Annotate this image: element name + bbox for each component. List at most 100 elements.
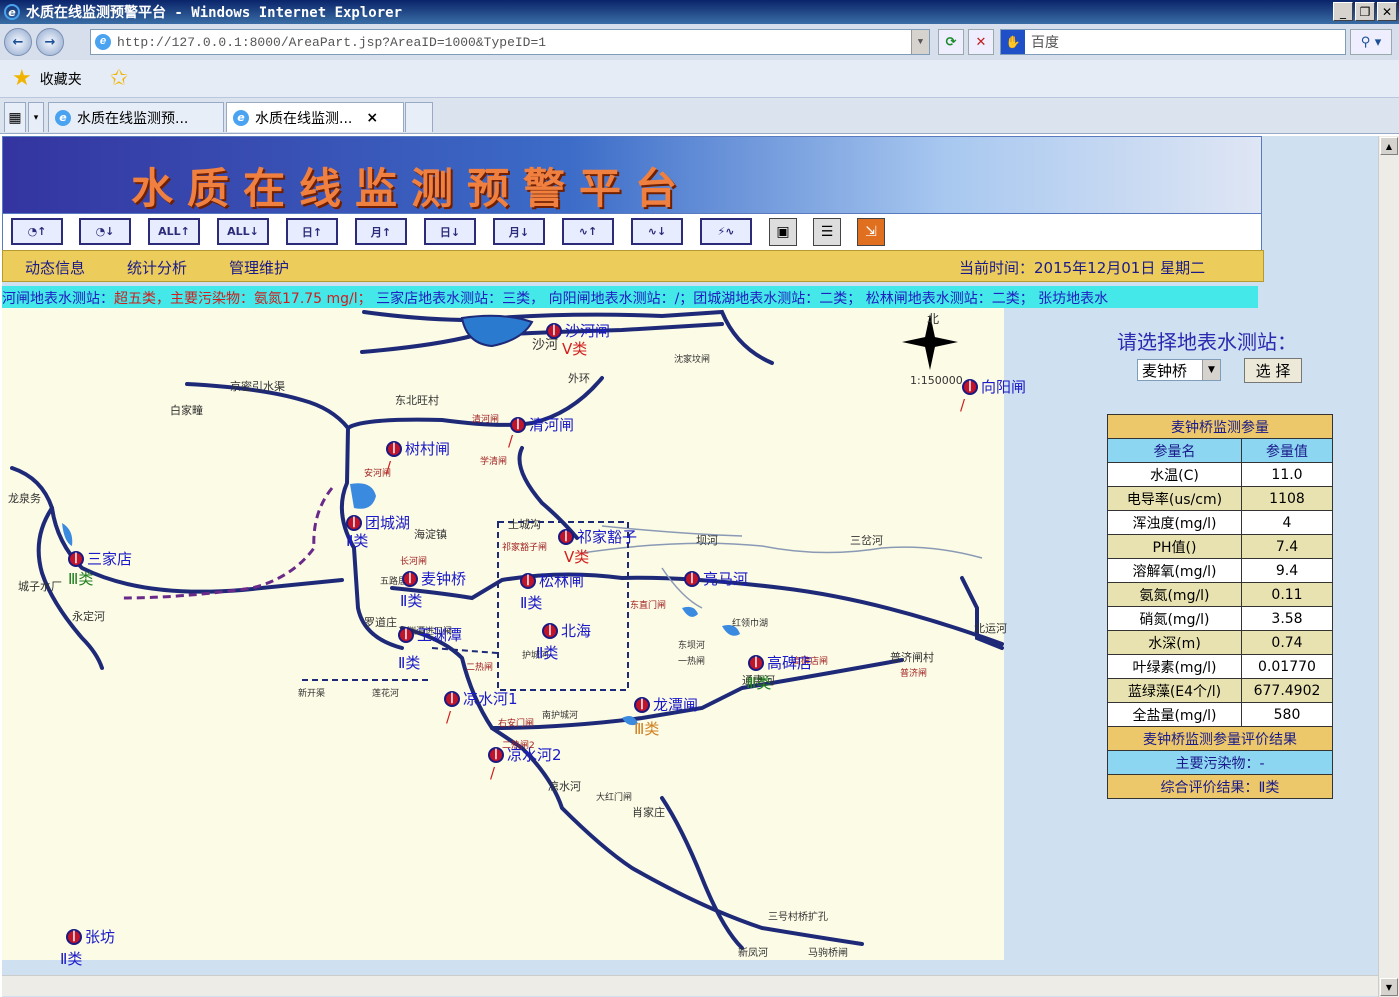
station-marker-icon: ┃	[444, 690, 460, 707]
menu-dynamic-info[interactable]: 动态信息	[25, 257, 85, 278]
url-dropdown-icon[interactable]: ▼	[911, 30, 929, 54]
banner-title: 水质在线监测预警平台	[131, 164, 692, 213]
favorites-star-icon[interactable]: ★	[12, 66, 32, 91]
station-class: Ⅴ类	[564, 548, 590, 566]
overall-result: 综合评价结果：Ⅱ类	[1107, 774, 1333, 799]
tab-list-icon[interactable]: ▾	[28, 102, 44, 132]
day-down-button[interactable]: 日↓	[424, 218, 476, 245]
tab-2[interactable]: e 水质在线监测... ×	[226, 102, 404, 132]
select-prompt: 请选择地表水测站：	[1117, 330, 1297, 354]
address-bar: ← → e http://127.0.0.1:8000/AreaPart.jsp…	[0, 24, 1399, 60]
station-liangshuihe2[interactable]: ┃ 凉水河2	[488, 744, 562, 765]
quick-tabs-icon[interactable]: ▦	[4, 102, 26, 132]
station-maizhongqiao[interactable]: ┃ 麦钟桥	[402, 568, 466, 589]
alarm-trend-button[interactable]: ⚡∿	[700, 218, 752, 245]
water-map[interactable]: 北 1:150000 沙河 东北旺村 白家疃 海淀镇 三岔河 肖家庄 罗道庄 普…	[2, 308, 1026, 968]
station-marker-icon: ┃	[546, 322, 562, 339]
day-up-button[interactable]: 日↑	[286, 218, 338, 245]
river-network	[10, 309, 1004, 950]
station-yuyuantan[interactable]: ┃ 玉渊潭	[398, 624, 462, 645]
page-icon: e	[95, 34, 111, 50]
station-marker-icon: ┃	[346, 514, 362, 531]
map-river: 永定河	[72, 610, 105, 623]
map-place: 肖家庄	[632, 806, 665, 819]
tab-1[interactable]: e 水质在线监测预...	[48, 102, 224, 132]
chevron-down-icon[interactable]: ▼	[1202, 360, 1220, 380]
forward-button[interactable]: →	[36, 28, 64, 56]
restore-button[interactable]: ❐	[1355, 2, 1375, 21]
favorites-label[interactable]: 收藏夹	[40, 69, 82, 89]
station-gaobeidian[interactable]: ┃ 高碑店	[748, 652, 812, 673]
add-favorite-icon[interactable]: ✩	[110, 66, 128, 91]
map-place: 龙泉务	[8, 492, 41, 505]
select-button[interactable]: 选 择	[1244, 358, 1302, 383]
station-class: Ⅱ类	[400, 592, 423, 610]
map-gate: 清河闸	[472, 415, 500, 425]
station-class: Ⅴ类	[562, 340, 588, 358]
menu-statistics[interactable]: 统计分析	[127, 257, 187, 278]
station-select[interactable]: 麦钟桥 ▼	[1137, 359, 1221, 381]
search-input[interactable]: ✋ 百度	[1000, 29, 1346, 55]
station-class: /	[490, 764, 496, 782]
export-icon[interactable]: ⇲	[857, 218, 885, 246]
url-field[interactable]: e http://127.0.0.1:8000/AreaPart.jsp?Are…	[90, 29, 930, 55]
station-liangshuihe1[interactable]: ┃ 凉水河1	[444, 688, 518, 709]
close-tab-icon[interactable]: ×	[366, 110, 378, 126]
scroll-down-icon[interactable]: ▼	[1380, 978, 1398, 996]
station-marker-icon: ┃	[488, 746, 504, 763]
station-sanjiadian[interactable]: ┃ 三家店	[68, 548, 132, 569]
map-gate: 学清闸	[480, 457, 508, 467]
station-class: Ⅱ类	[520, 594, 543, 612]
url-text: http://127.0.0.1:8000/AreaPart.jsp?AreaI…	[117, 34, 547, 50]
station-qinghe[interactable]: ┃ 清河闸	[510, 414, 574, 435]
map-place: 东北旺村	[395, 394, 439, 407]
minimize-button[interactable]: _	[1333, 2, 1353, 21]
month-down-button[interactable]: 月↓	[493, 218, 545, 245]
ie-logo-icon: e	[4, 4, 20, 20]
station-longtan[interactable]: ┃ 龙潭闸	[634, 694, 698, 715]
map-place: 大红门闸	[596, 793, 633, 803]
realtime-down-button[interactable]: ◔↓	[79, 218, 131, 245]
refresh-icon[interactable]: ⟳	[938, 29, 964, 55]
tab-bar: ▦ ▾ e 水质在线监测预... e 水质在线监测... ×	[0, 98, 1399, 134]
map-gate: 一热闸	[678, 657, 706, 667]
station-shucun[interactable]: ┃ 树村闸	[386, 438, 450, 459]
stop-icon[interactable]: ✕	[968, 29, 994, 55]
new-tab-button[interactable]	[405, 102, 433, 132]
station-beihai[interactable]: ┃ 北海	[542, 620, 591, 641]
search-go-icon[interactable]: ⚲ ▾	[1350, 29, 1392, 55]
window-title: 水质在线监测预警平台 - Windows Internet Explorer	[26, 5, 403, 21]
station-liangmahe[interactable]: ┃ 亮马河	[684, 568, 748, 589]
month-up-button[interactable]: 月↑	[355, 218, 407, 245]
scroll-up-icon[interactable]: ▲	[1380, 137, 1398, 155]
station-songlin[interactable]: ┃ 松林闸	[520, 570, 584, 591]
map-gate: 红领巾湖	[732, 619, 769, 629]
window-titlebar: e 水质在线监测预警平台 - Windows Internet Explorer…	[0, 0, 1399, 24]
back-button[interactable]: ←	[4, 28, 32, 56]
table-row: 溶解氧(mg/l) 9.4	[1107, 558, 1333, 583]
station-marker-icon: ┃	[68, 550, 84, 567]
monitor-icon[interactable]: ▣	[769, 218, 797, 246]
trend-up-button[interactable]: ∿↑	[562, 218, 614, 245]
station-marker-icon: ┃	[748, 654, 764, 671]
horizontal-scrollbar[interactable]	[2, 975, 1378, 996]
all-up-button[interactable]: ALL↑	[148, 218, 200, 245]
north-label: 北	[927, 312, 940, 326]
realtime-up-button[interactable]: ◔↑	[11, 218, 63, 245]
station-xiangyang[interactable]: ┃ 向阳闸	[962, 376, 1026, 397]
station-marker-icon: ┃	[510, 416, 526, 433]
station-class: Ⅲ类	[68, 570, 94, 588]
report-icon[interactable]: ☰	[813, 218, 841, 246]
menu-management[interactable]: 管理维护	[229, 257, 289, 278]
map-gate: 右安门闸	[498, 719, 535, 729]
all-down-button[interactable]: ALL↓	[217, 218, 269, 245]
column-header-value: 参量值	[1241, 438, 1333, 463]
vertical-scrollbar[interactable]: ▲ ▼	[1378, 136, 1399, 997]
station-class: Ⅲ类	[746, 674, 772, 692]
station-zhangfang[interactable]: ┃ 张坊	[66, 926, 115, 947]
trend-down-button[interactable]: ∿↓	[631, 218, 683, 245]
map-place: 白家疃	[170, 404, 203, 417]
station-class: /	[386, 458, 392, 476]
station-qijiahuozi[interactable]: ┃ 祁家豁子	[558, 526, 637, 547]
close-window-button[interactable]: ✕	[1377, 2, 1397, 21]
